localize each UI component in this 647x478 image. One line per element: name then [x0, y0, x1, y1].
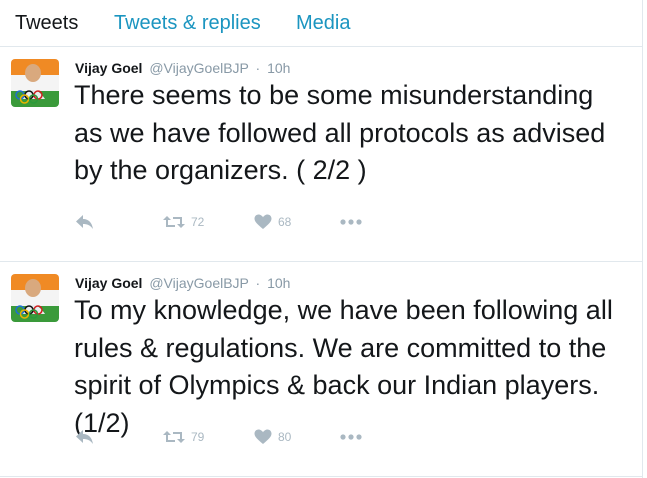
retweet-button[interactable]: 72 [163, 212, 204, 232]
tab-tweets[interactable]: Tweets [15, 11, 78, 35]
tweet-text: There seems to be some misunderstanding … [74, 80, 606, 185]
avatar-image [11, 274, 59, 322]
separator-dot: · [255, 275, 261, 291]
like-count: 80 [278, 430, 292, 444]
author-handle[interactable]: @VijayGoelBJP [149, 60, 248, 76]
like-count: 68 [278, 215, 292, 229]
separator-dot: · [255, 60, 261, 76]
tweet-text: To my knowledge, we have been following … [74, 295, 613, 438]
like-button[interactable]: 80 [254, 427, 291, 447]
retweet-icon [163, 431, 185, 443]
tweet-timestamp[interactable]: 10h [267, 60, 290, 76]
more-button[interactable] [340, 427, 362, 447]
more-button[interactable] [340, 212, 362, 232]
tweet-timestamp[interactable]: 10h [267, 275, 290, 291]
avatar[interactable] [11, 59, 59, 107]
timeline-tabs: Tweets Tweets & replies Media [0, 0, 642, 47]
tweet-actions: 72 68 [0, 212, 642, 232]
retweet-count: 72 [191, 215, 205, 229]
tweet-header: Vijay Goel @VijayGoelBJP · 10h [75, 59, 290, 77]
tweet-item[interactable]: Vijay Goel @VijayGoelBJP · 10h There see… [0, 47, 642, 262]
reply-button[interactable] [75, 427, 94, 447]
like-button[interactable]: 68 [254, 212, 291, 232]
retweet-count: 79 [191, 430, 205, 444]
tweet-actions: 79 80 [0, 427, 642, 447]
author-name[interactable]: Vijay Goel [75, 275, 142, 291]
avatar-image [11, 59, 59, 107]
tab-tweets-replies[interactable]: Tweets & replies [114, 11, 261, 35]
tab-media[interactable]: Media [296, 11, 350, 35]
more-icon [340, 434, 362, 440]
profile-timeline: Tweets Tweets & replies Media Vijay Goel… [0, 0, 643, 478]
avatar[interactable] [11, 274, 59, 322]
tweet-item[interactable]: Vijay Goel @VijayGoelBJP · 10h To my kno… [0, 262, 642, 477]
like-icon [254, 429, 272, 444]
reply-icon [76, 215, 93, 229]
more-icon [340, 219, 362, 225]
retweet-icon [163, 216, 185, 228]
tweet-header: Vijay Goel @VijayGoelBJP · 10h [75, 274, 290, 292]
author-name[interactable]: Vijay Goel [75, 60, 142, 76]
reply-icon [76, 430, 93, 444]
retweet-button[interactable]: 79 [163, 427, 204, 447]
reply-button[interactable] [75, 212, 94, 232]
author-handle[interactable]: @VijayGoelBJP [149, 275, 248, 291]
like-icon [254, 214, 272, 229]
